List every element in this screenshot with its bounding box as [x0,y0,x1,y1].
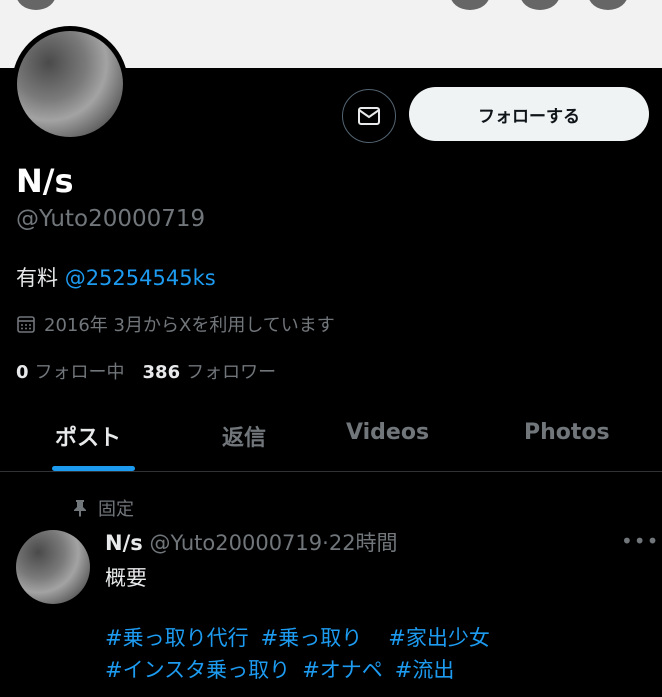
message-button[interactable] [342,89,396,143]
post-author-handle[interactable]: @Yuto20000719 [149,531,322,555]
post-more-button[interactable]: ••• [621,529,659,553]
following-link[interactable]: 0 フォロー中 [16,362,125,383]
tab-replies[interactable]: 返信 [222,420,266,452]
post-hashtags: #乗っ取り代行 #乗っ取り #家出少女 #インスタ乗っ取り #オナペ #流出 [105,622,502,686]
join-date: 2016年 3月からXを利用しています [16,311,335,337]
followers-count: 386 [142,362,181,383]
hashtag-link[interactable]: #乗っ取り [261,626,363,650]
search-button[interactable] [450,0,490,10]
profile-name: N/s [16,162,74,200]
followers-link[interactable]: 386 フォロワー [143,362,277,383]
post-header: N/s @Yuto20000719·22時間 [105,527,398,557]
following-count: 0 [16,362,29,383]
hashtag-link[interactable]: #流出 [395,658,455,682]
mail-icon [358,107,380,125]
pin-icon [74,500,86,517]
following-label: フォロー中 [34,362,125,383]
post-separator: · [322,531,329,555]
tab-videos[interactable]: Videos [346,420,429,445]
post-author-name[interactable]: N/s [105,531,143,555]
share-button[interactable] [520,0,560,10]
active-tab-indicator [52,466,135,471]
tab-posts[interactable]: ポスト [55,420,121,452]
pinned-indicator: 固定 [72,495,134,521]
post-time[interactable]: 22時間 [329,531,398,555]
profile-handle: @Yuto20000719 [16,206,206,232]
follow-stats: 0 フォロー中 386 フォロワー [16,358,276,384]
post-avatar[interactable] [16,530,90,604]
back-button[interactable] [16,0,56,10]
hashtag-line-2: #インスタ乗っ取り #オナペ #流出 [105,654,502,686]
hashtag-line-1: #乗っ取り代行 #乗っ取り #家出少女 [105,622,502,654]
profile-avatar[interactable] [12,26,128,142]
profile-tabs: ポスト 返信 Videos Photos [0,404,662,472]
followers-label: フォロワー [186,362,277,383]
pinned-label: 固定 [98,499,134,520]
hashtag-link[interactable]: #乗っ取り代行 [105,626,249,650]
bio-mention-link[interactable]: @25254545ks [65,266,216,290]
tab-photos[interactable]: Photos [524,420,610,445]
calendar-icon [17,316,35,333]
hashtag-link[interactable]: #オナペ [302,658,383,682]
join-date-text: 2016年 3月からXを利用しています [44,315,335,336]
bio-text: 有料 [16,266,58,290]
hashtag-link[interactable]: #家出少女 [388,626,490,650]
more-button[interactable] [588,0,628,10]
post-text: 概要 [105,566,147,590]
hashtag-link[interactable]: #インスタ乗っ取り [105,658,290,682]
profile-bio: 有料 @25254545ks [16,262,216,292]
follow-button[interactable]: フォローする [409,87,649,141]
avatar-image [17,31,123,137]
